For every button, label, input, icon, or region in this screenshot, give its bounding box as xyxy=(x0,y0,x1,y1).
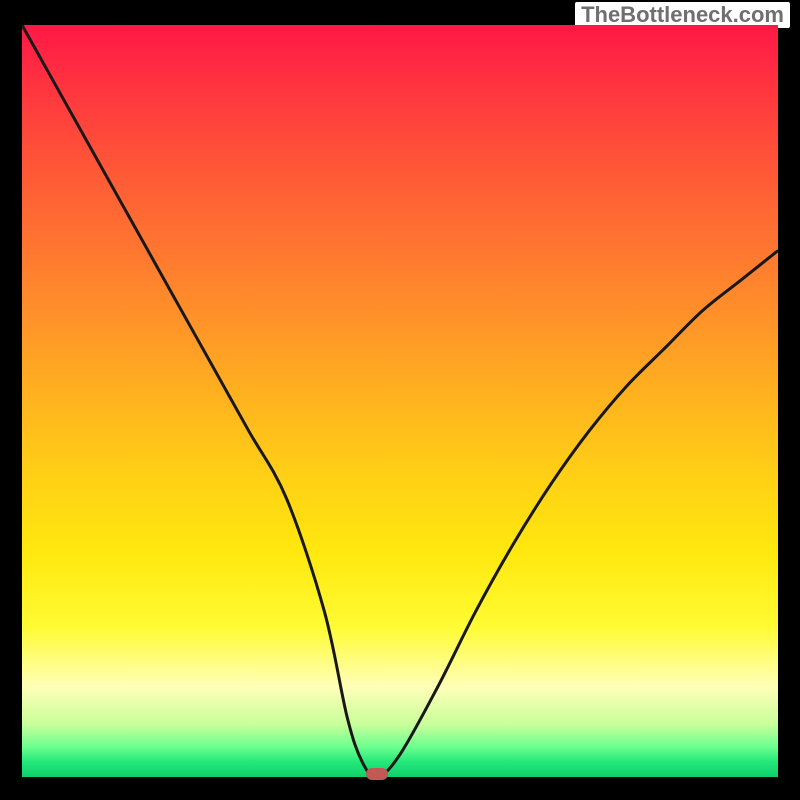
bottleneck-curve xyxy=(22,25,778,777)
optimum-marker xyxy=(366,768,388,780)
curve-layer xyxy=(22,25,778,777)
plot-area xyxy=(22,25,778,777)
chart-stage: TheBottleneck.com xyxy=(0,0,800,800)
